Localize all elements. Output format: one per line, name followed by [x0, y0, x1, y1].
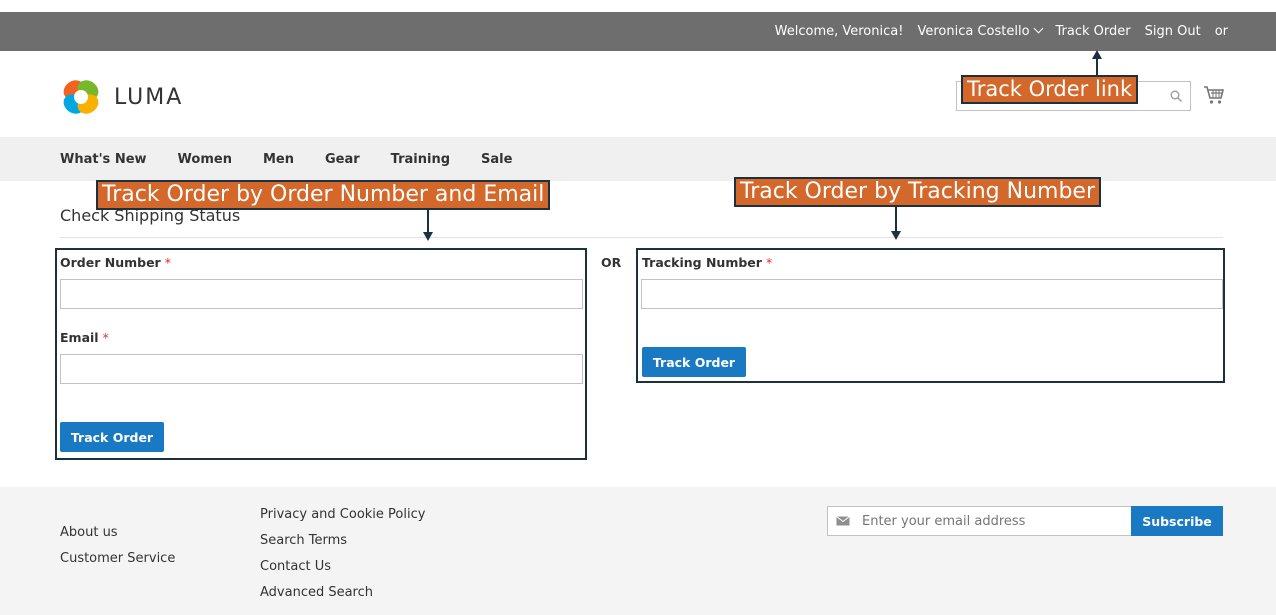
nav-items: What's New Women Men Gear Training Sale [60, 137, 512, 181]
footer-links-col2: Privacy and Cookie Policy Search Terms C… [260, 502, 425, 606]
order-form-highlight-box [55, 248, 587, 460]
welcome-message: Welcome, Veronica! [774, 24, 904, 39]
chevron-down-icon [1033, 23, 1043, 34]
main-nav: What's New Women Men Gear Training Sale [0, 137, 1276, 181]
footer-link-privacy[interactable]: Privacy and Cookie Policy [260, 502, 425, 528]
top-bar-links: Welcome, Veronica! Veronica Costello Tra… [775, 12, 1228, 51]
footer-link-search-terms[interactable]: Search Terms [260, 528, 425, 554]
annotation-arrow-down [891, 231, 901, 240]
nav-item-gear[interactable]: Gear [325, 152, 360, 167]
annotation-order-number-email: Track Order by Order Number and Email [96, 180, 551, 210]
footer-link-advanced-search[interactable]: Advanced Search [260, 580, 425, 606]
annotation-arrow-line [895, 207, 897, 231]
nav-item-men[interactable]: Men [263, 152, 294, 167]
sign-out-link[interactable]: Sign Out [1145, 24, 1201, 39]
subscribe-button[interactable]: Subscribe [1131, 506, 1223, 536]
account-menu[interactable]: Veronica Costello [917, 23, 1043, 39]
cart-icon[interactable] [1203, 85, 1225, 105]
mail-icon [836, 516, 850, 526]
search-icon[interactable] [1170, 90, 1182, 102]
luma-logo-icon [63, 80, 99, 114]
or-separator: OR [601, 255, 622, 270]
top-bar: Welcome, Veronica! Veronica Costello Tra… [0, 12, 1276, 51]
nav-item-women[interactable]: Women [178, 152, 232, 167]
footer-link-customer-service[interactable]: Customer Service [60, 546, 175, 572]
footer-link-contact-us[interactable]: Contact Us [260, 554, 425, 580]
footer-link-about-us[interactable]: About us [60, 520, 175, 546]
annotation-tracking-number: Track Order by Tracking Number [734, 177, 1102, 207]
title-divider [60, 237, 1223, 238]
annotation-arrow-down [423, 232, 433, 241]
newsletter-email-input[interactable] [827, 506, 1132, 536]
nav-item-whats-new[interactable]: What's New [60, 152, 147, 167]
account-name: Veronica Costello [917, 24, 1030, 39]
annotation-track-order-link: Track Order link [961, 75, 1139, 104]
or-text: or [1214, 24, 1228, 39]
footer: About us Customer Service Privacy and Co… [0, 487, 1276, 615]
nav-item-training[interactable]: Training [391, 152, 450, 167]
logo-text: LUMA [114, 84, 184, 110]
logo[interactable]: LUMA [60, 78, 183, 116]
nav-item-sale[interactable]: Sale [481, 152, 512, 167]
annotation-arrow-line [1096, 58, 1098, 75]
track-order-link[interactable]: Track Order [1056, 24, 1131, 39]
annotation-arrow-line [427, 210, 429, 232]
footer-links-col1: About us Customer Service [60, 520, 175, 572]
tracking-form-highlight-box [636, 248, 1225, 383]
